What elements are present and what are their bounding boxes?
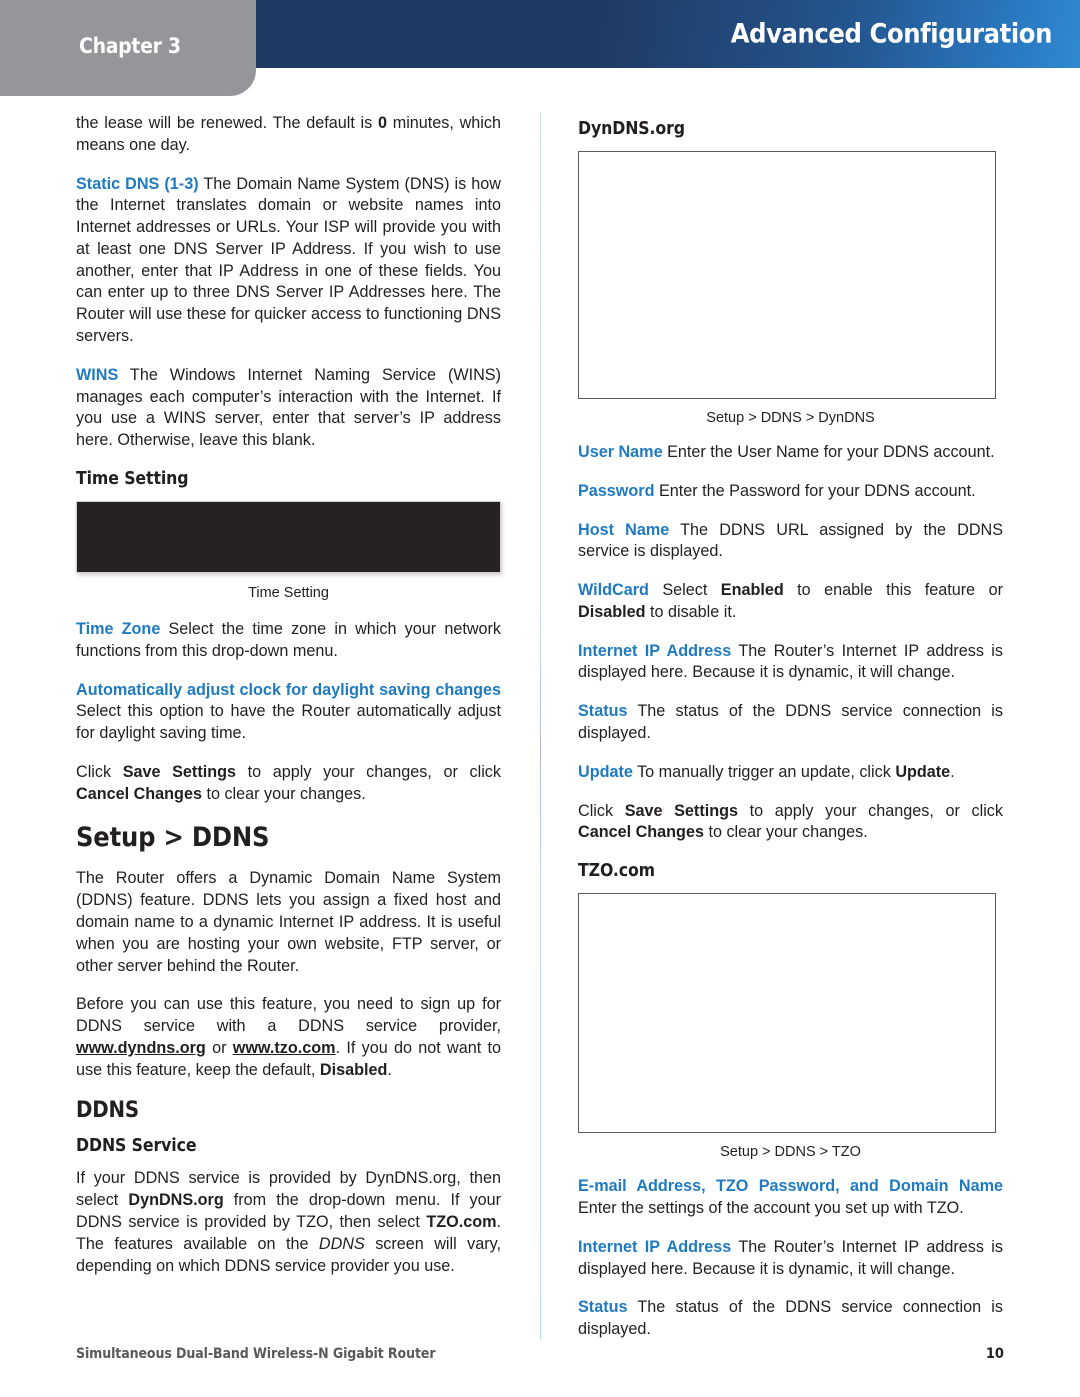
- heading-time-setting: Time Setting: [76, 468, 189, 489]
- keyword-internet-ip-address: Internet IP Address: [578, 641, 732, 660]
- paragraph-lease-renewal: the lease will be renewed. The default i…: [76, 113, 501, 157]
- chapter-tab: Chapter 3: [0, 0, 256, 96]
- paragraph-save-settings-left: Click Save Settings to apply your change…: [76, 762, 501, 806]
- paragraph-ddns-signup: Before you can use this feature, you nee…: [76, 994, 501, 1081]
- signup-text-1: Before you can use this feature, you nee…: [76, 995, 501, 1036]
- lease-text-1: the lease will be renewed. The default i…: [76, 114, 378, 132]
- keyword-wildcard: WildCard: [578, 581, 649, 600]
- link-tzo-com[interactable]: www.tzo.com: [233, 1039, 336, 1057]
- static-dns-text: The Domain Name System (DNS) is how the …: [76, 174, 501, 346]
- option-enabled: Enabled: [720, 581, 784, 600]
- status-text-2: The status of the DDNS service connectio…: [578, 1298, 1003, 1339]
- heading-ddns-service: DDNS Service: [76, 1136, 197, 1157]
- option-disabled: Disabled: [578, 602, 646, 621]
- save-text-r2: to apply your changes, or click: [738, 801, 1003, 820]
- figure-dyndns-caption: Setup > DDNS > DynDNS: [706, 410, 875, 426]
- paragraph-update: Update To manually trigger an update, cl…: [578, 762, 1003, 784]
- paragraph-internet-ip-address-2: Internet IP Address The Router’s Interne…: [578, 1237, 1003, 1281]
- figure-time-setting: Time Setting: [76, 500, 501, 601]
- paragraph-daylight-saving: Automatically adjust clock for daylight …: [76, 680, 501, 745]
- paragraph-ddns-intro: The Router offers a Dynamic Domain Name …: [76, 869, 501, 975]
- paragraph-save-settings-right: Click Save Settings to apply your change…: [578, 801, 1003, 845]
- keyword-password: Password: [578, 481, 655, 500]
- update-text-1: To manually trigger an update, click: [632, 762, 896, 781]
- save-text-2: to apply your changes, or click: [236, 762, 501, 781]
- keyword-update: Update: [578, 762, 633, 781]
- save-text-1: Click: [76, 762, 123, 781]
- paragraph-email-address: E-mail Address, TZO Password, and Domain…: [578, 1176, 1003, 1220]
- paragraph-password: Password Enter the Password for your DDN…: [578, 481, 1003, 503]
- page-header: Advanced Configuration Chapter 3: [0, 0, 1080, 100]
- paragraph-wildcard: WildCard Select Enabled to enable this f…: [578, 580, 1003, 624]
- lease-default-value: 0: [377, 114, 387, 132]
- user-name-text: Enter the User Name for your DDNS accoun…: [662, 443, 995, 461]
- option-dyndns-org: DynDNS.org: [128, 1191, 224, 1210]
- paragraph-internet-ip-address: Internet IP Address The Router’s Interne…: [578, 641, 1003, 685]
- keyword-internet-ip-address-2: Internet IP Address: [578, 1237, 732, 1256]
- figure-dyndns: Setup > DDNS > DynDNS: [578, 151, 1003, 426]
- column-divider: [540, 112, 541, 1340]
- keyword-host-name: Host Name: [578, 520, 670, 539]
- option-tzo-com: TZO.com: [426, 1213, 497, 1231]
- keyword-status-2: Status: [578, 1298, 628, 1317]
- paragraph-ddns-service: If your DDNS service is provided by DynD…: [76, 1168, 501, 1277]
- default-disabled-label: Disabled: [319, 1060, 388, 1079]
- update-button-label: Update: [895, 762, 951, 781]
- wildcard-text-3: to disable it.: [645, 602, 737, 621]
- paragraph-status: Status The status of the DDNS service co…: [578, 701, 1003, 745]
- save-text-3: to clear your changes.: [201, 784, 366, 803]
- wildcard-text-1: Select: [648, 581, 721, 600]
- wildcard-text-2: to enable this feature or: [783, 581, 1003, 600]
- paragraph-status-2: Status The status of the DDNS service co…: [578, 1297, 1003, 1341]
- keyword-email-address: E-mail Address, TZO Password, and Domain…: [578, 1177, 1003, 1196]
- heading-tzo-com: TZO.com: [578, 861, 655, 882]
- save-text-r1: Click: [578, 801, 625, 820]
- save-text-r3: to clear your changes.: [703, 823, 868, 842]
- cancel-changes-label: Cancel Changes: [76, 784, 202, 803]
- save-settings-label-right: Save Settings: [624, 801, 738, 820]
- left-column: the lease will be renewed. The default i…: [76, 113, 501, 1277]
- keyword-static-dns: Static DNS (1-3): [76, 174, 199, 193]
- figure-tzo-caption: Setup > DDNS > TZO: [720, 1144, 861, 1161]
- heading-ddns: DDNS: [76, 1098, 139, 1124]
- figure-time-setting-image: [76, 500, 501, 573]
- keyword-user-name: User Name: [578, 443, 663, 461]
- save-settings-label: Save Settings: [122, 762, 236, 781]
- footer-page-number: 10: [985, 1346, 1004, 1362]
- password-text: Enter the Password for your DDNS account…: [654, 481, 976, 500]
- link-dyndns-org[interactable]: www.dyndns.org: [76, 1039, 206, 1057]
- paragraph-host-name: Host Name The DDNS URL assigned by the D…: [578, 520, 1003, 564]
- page-footer: Simultaneous Dual-Band Wireless-N Gigabi…: [76, 1346, 1004, 1368]
- paragraph-user-name: User Name Enter the User Name for your D…: [578, 442, 1003, 464]
- cancel-changes-label-right: Cancel Changes: [578, 823, 704, 842]
- keyword-time-zone: Time Zone: [76, 619, 161, 638]
- status-text: The status of the DDNS service connectio…: [578, 702, 1003, 743]
- heading-setup-ddns: Setup > DDNS: [76, 822, 270, 854]
- figure-dyndns-image: [578, 151, 996, 399]
- update-text-2: .: [950, 762, 955, 781]
- paragraph-wins: WINS The Windows Internet Naming Service…: [76, 365, 501, 452]
- email-address-text: Enter the settings of the account you se…: [578, 1198, 964, 1217]
- ddns-screen-name: DDNS: [318, 1234, 365, 1253]
- figure-time-setting-caption: Time Setting: [248, 584, 329, 601]
- figure-tzo: Setup > DDNS > TZO: [578, 893, 1003, 1160]
- heading-dyndns-org: DynDNS.org: [578, 119, 685, 139]
- keyword-wins: WINS: [76, 365, 119, 384]
- signup-text-2: or: [205, 1038, 233, 1057]
- header-banner: Advanced Configuration: [255, 0, 1080, 68]
- signup-text-4: .: [387, 1060, 392, 1079]
- paragraph-time-zone: Time Zone Select the time zone in which …: [76, 619, 501, 663]
- figure-tzo-image: [578, 893, 996, 1134]
- chapter-label: Chapter 3: [79, 34, 181, 58]
- daylight-saving-text: Select this option to have the Router au…: [76, 702, 501, 743]
- keyword-daylight-saving: Automatically adjust clock for daylight …: [76, 680, 501, 699]
- keyword-status: Status: [578, 702, 628, 721]
- paragraph-static-dns: Static DNS (1-3) The Domain Name System …: [76, 174, 501, 348]
- right-column: DynDNS.org Setup > DDNS > DynDNS User Na…: [578, 113, 1003, 1341]
- header-title: Advanced Configuration: [730, 18, 1053, 50]
- footer-product-name: Simultaneous Dual-Band Wireless-N Gigabi…: [76, 1346, 436, 1362]
- wins-text: The Windows Internet Naming Service (WIN…: [76, 365, 501, 450]
